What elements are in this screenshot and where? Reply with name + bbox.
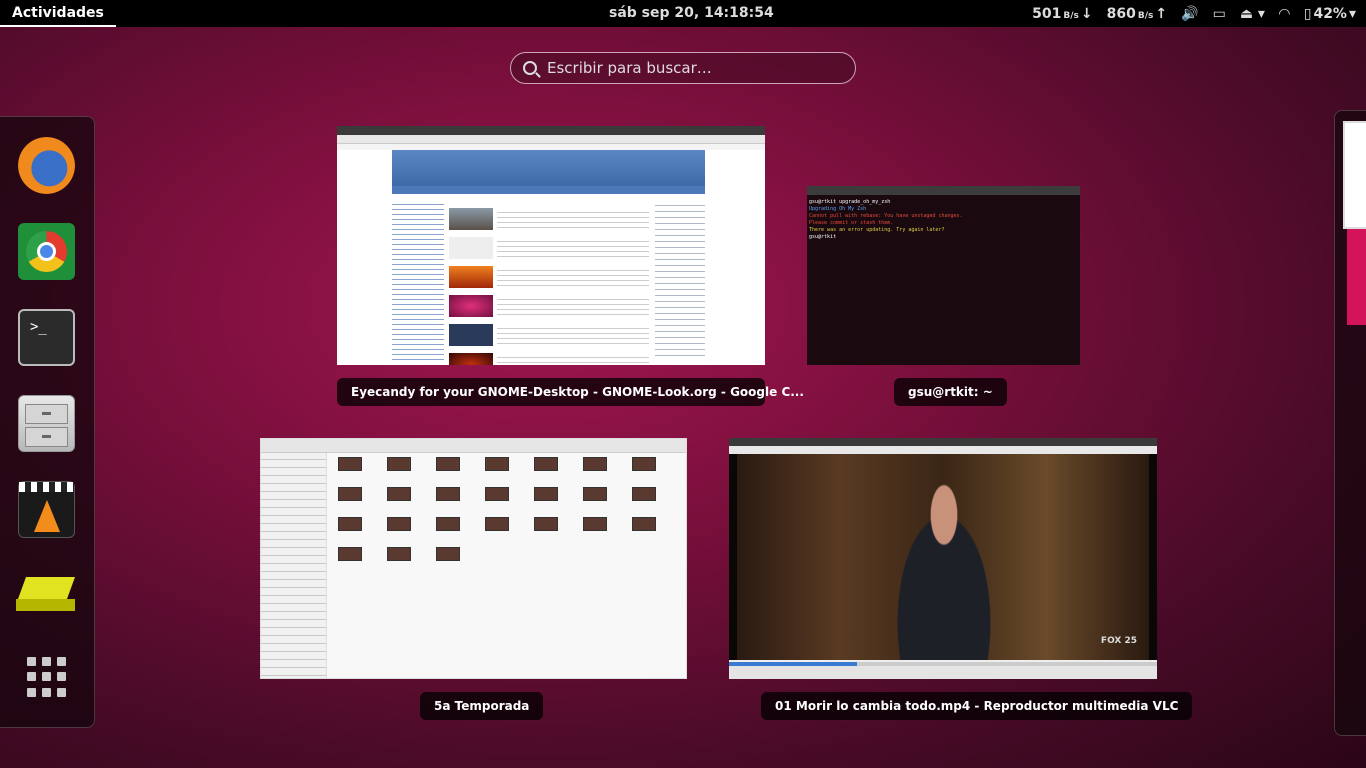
drawer-top — [25, 404, 68, 424]
firefox-icon[interactable] — [18, 137, 75, 194]
search-icon — [523, 61, 537, 75]
terminal-line: There was an error updating. Try again l… — [809, 227, 945, 233]
clock[interactable]: sáb sep 20, 14:18:54 — [609, 5, 774, 21]
net-down-value: 501 — [1032, 5, 1062, 22]
chevron-down-icon: ▾ — [1348, 5, 1356, 22]
terminal-line: Upgrading Oh My Zsh — [809, 206, 867, 212]
window-label-terminal: gsu@rtkit: ~ — [894, 378, 1007, 406]
files-icon[interactable] — [18, 395, 75, 452]
drive-top — [17, 577, 76, 599]
vlc-video: FOX 25 — [729, 454, 1157, 660]
list-item — [449, 324, 649, 348]
terminal-line: gsu@rtkit upgrade_oh_my_zsh — [809, 199, 891, 205]
battery-percent: 42% — [1313, 5, 1347, 22]
display-icon[interactable]: ▭ — [1213, 6, 1226, 22]
workspace-switcher — [1334, 110, 1366, 736]
terminal-line: Cannot pull with rebase: You have unstag… — [809, 213, 963, 219]
search-input[interactable] — [547, 59, 837, 77]
window-browser[interactable] — [337, 126, 765, 365]
eject-icon[interactable]: ⏏ ▾ — [1240, 6, 1265, 22]
list-item — [449, 295, 649, 319]
files-sidebar — [261, 453, 327, 678]
workspace-thumbnail-2[interactable] — [1347, 229, 1366, 325]
window-vlc[interactable]: FOX 25 — [729, 438, 1157, 679]
terminal-line: Please commit or stash them. — [809, 220, 894, 226]
net-up-unit: B/s — [1137, 10, 1154, 21]
vlc-menubar — [729, 446, 1157, 454]
list-item — [449, 266, 649, 290]
window-label-files: 5a Temporada — [420, 692, 544, 720]
site-sidebar — [392, 200, 444, 360]
battery-indicator[interactable]: ▯ 42% ▾ — [1304, 6, 1356, 22]
files-grid — [333, 457, 683, 561]
clapper-stripes — [19, 482, 74, 492]
terminal-icon[interactable]: >_ — [18, 309, 75, 366]
terminal-titlebar — [807, 186, 1080, 195]
removable-drive-icon[interactable] — [16, 567, 76, 624]
browser-address-bar — [337, 135, 765, 144]
site-right-column — [655, 200, 705, 360]
drawer-bottom — [25, 427, 68, 447]
drive-side — [16, 599, 75, 611]
chrome-core — [37, 242, 56, 261]
site-nav — [392, 186, 705, 194]
net-down-indicator[interactable]: 501 B/s ↓ — [1032, 6, 1092, 22]
net-down-unit: B/s — [1063, 10, 1079, 21]
window-label-vlc: 01 Morir lo cambia todo.mp4 - Reproducto… — [761, 692, 1193, 720]
arrow-up-icon: ↑ — [1155, 5, 1168, 22]
show-applications-icon[interactable] — [27, 657, 67, 697]
site-content-list — [449, 208, 649, 365]
files-toolbar — [261, 439, 686, 453]
top-bar: Actividades sáb sep 20, 14:18:54 501 B/s… — [0, 0, 1366, 27]
dash: >_ — [0, 116, 95, 728]
wifi-icon[interactable]: ◠ — [1279, 6, 1290, 22]
search-box[interactable] — [510, 52, 856, 84]
net-up-value: 860 — [1106, 5, 1136, 22]
net-up-indicator[interactable]: 860 B/s ↑ — [1107, 6, 1167, 22]
list-item — [449, 237, 649, 261]
window-label-browser: Eyecandy for your GNOME-Desktop - GNOME-… — [337, 378, 804, 406]
terminal-body: gsu@rtkit upgrade_oh_my_zsh Upgrading Oh… — [807, 195, 1080, 245]
battery-icon: ▯ — [1303, 5, 1312, 22]
vlc-icon[interactable] — [18, 481, 75, 538]
list-item — [449, 208, 649, 232]
browser-tabs — [337, 126, 765, 135]
cone-shape — [34, 500, 60, 532]
vlc-titlebar — [729, 438, 1157, 446]
system-tray: 501 B/s ↓ 860 B/s ↑ 🔊 ▭ ⏏ ▾ ◠ ▯ 42% ▾ — [1032, 0, 1356, 27]
activities-button[interactable]: Actividades — [0, 0, 116, 27]
vlc-controls — [729, 666, 1157, 679]
window-terminal[interactable]: gsu@rtkit upgrade_oh_my_zsh Upgrading Oh… — [807, 186, 1080, 365]
site-banner — [392, 150, 705, 186]
workspace-thumbnail-1[interactable] — [1343, 121, 1366, 229]
chrome-icon[interactable] — [18, 223, 75, 280]
channel-logo: FOX 25 — [1100, 636, 1137, 646]
terminal-line: gsu@rtkit — [809, 234, 837, 240]
volume-icon[interactable]: 🔊 — [1181, 6, 1198, 22]
arrow-down-icon: ↓ — [1080, 5, 1093, 22]
video-person — [879, 474, 1009, 660]
window-files[interactable] — [260, 438, 687, 679]
list-item — [449, 353, 649, 365]
